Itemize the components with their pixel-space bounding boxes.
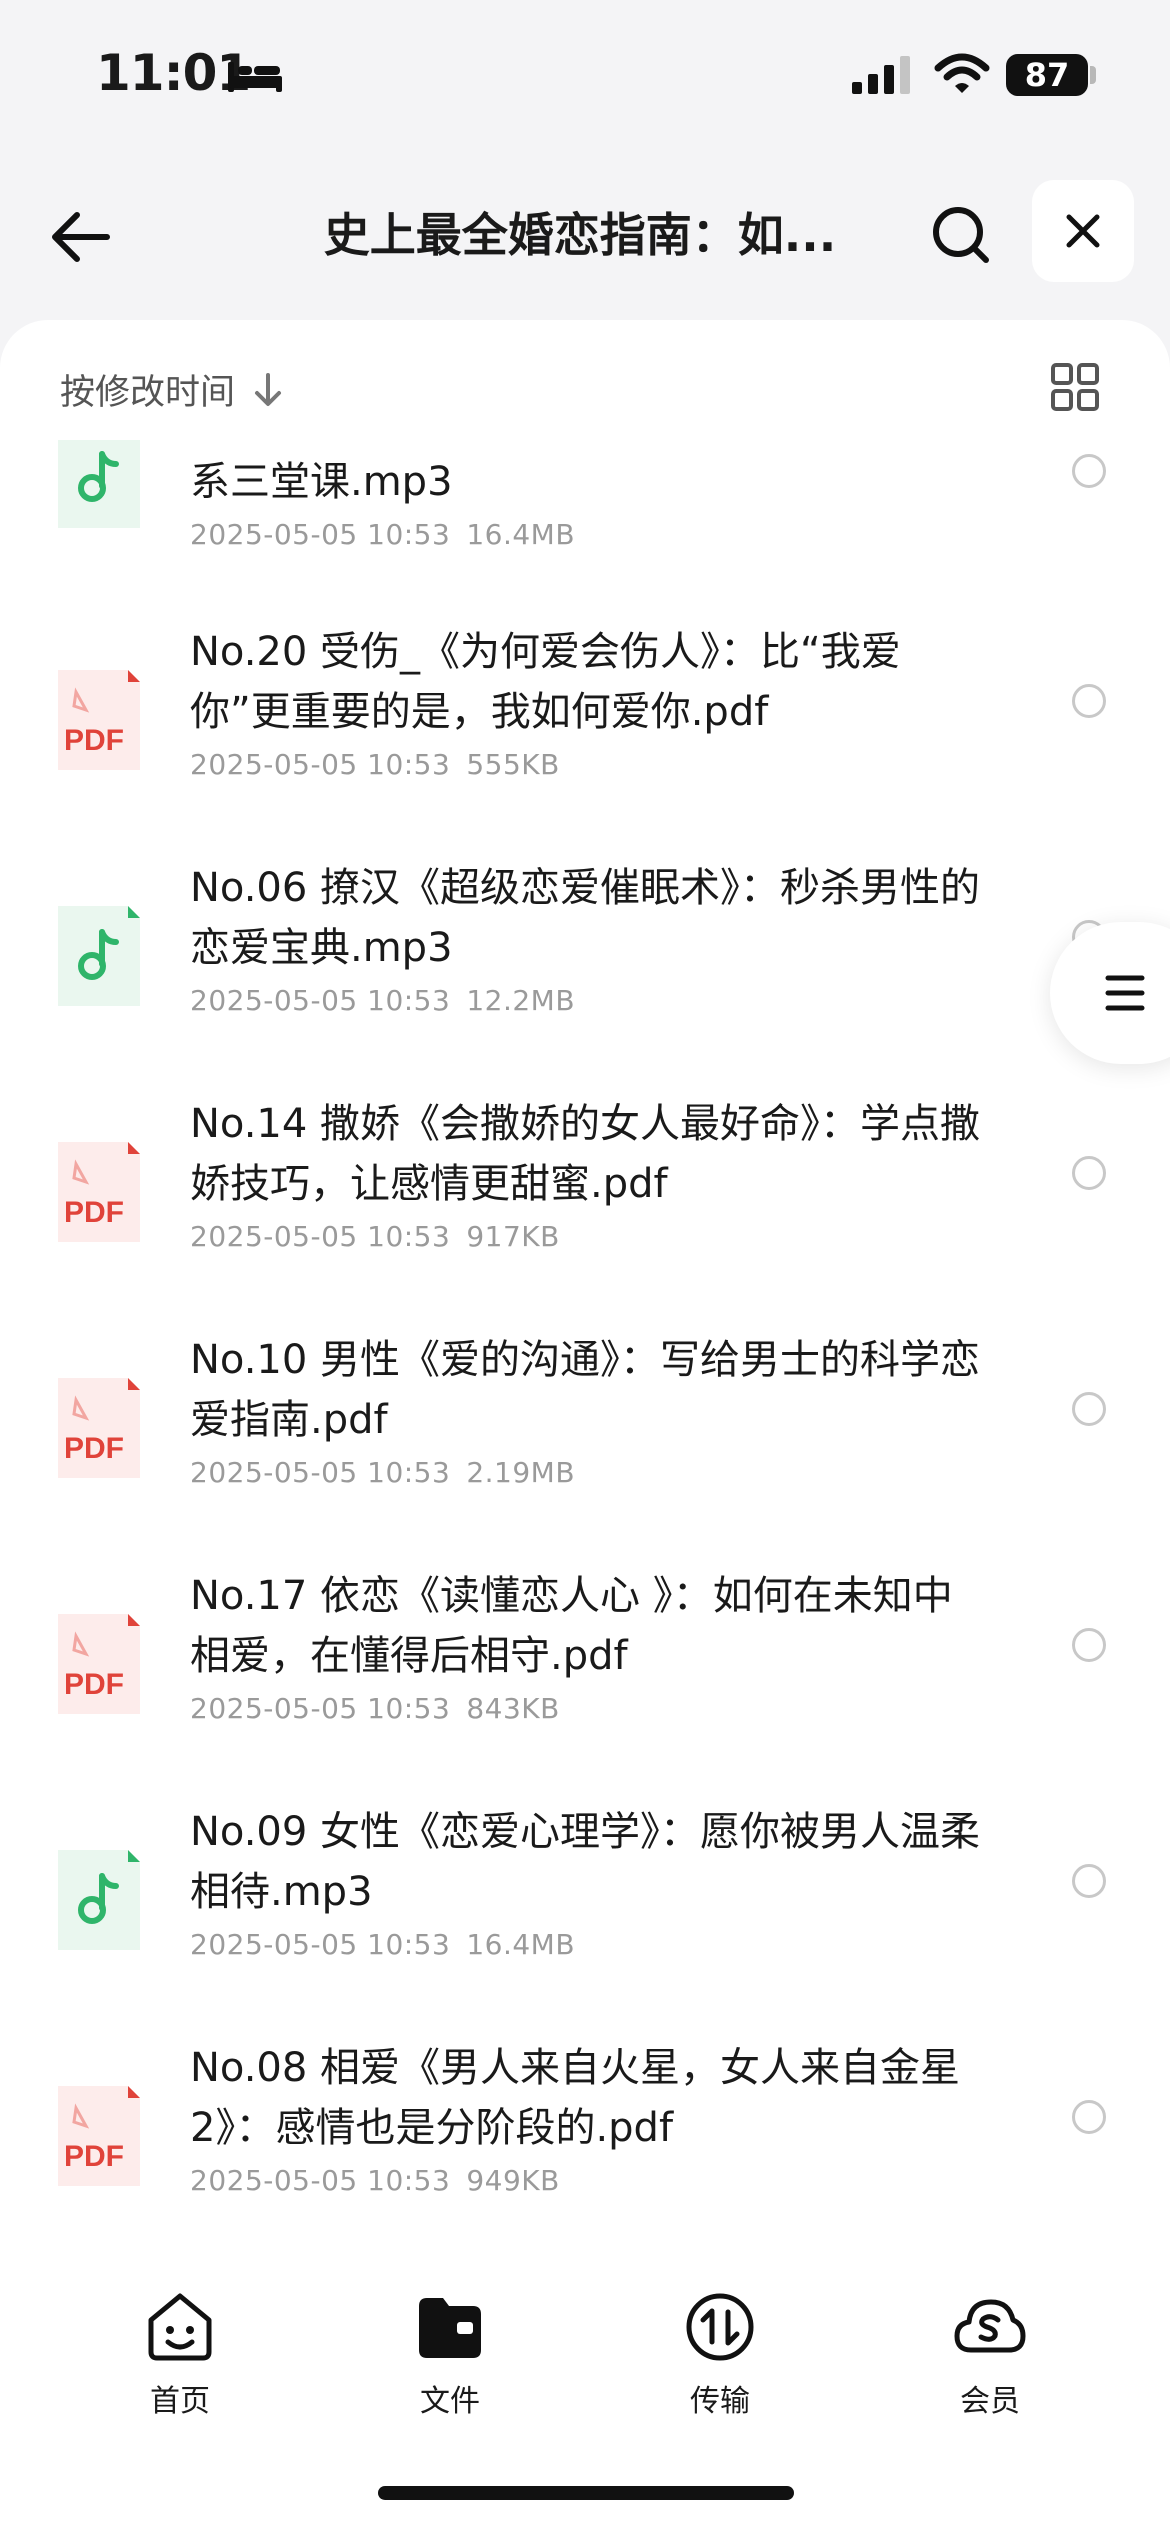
pdf-badge-text: PDF	[64, 1668, 124, 1701]
file-meta: 2025-05-05 10:53 949KB	[190, 2164, 560, 2197]
select-radio[interactable]	[1072, 454, 1106, 488]
file-date: 2025-05-05 10:53	[190, 748, 451, 781]
file-list-item[interactable]: PDF No.17 依恋《读懂恋人心 》：如何在未知中相爱，在懂得后相守.pdf 2…	[0, 1530, 1170, 1766]
file-list-item[interactable]: PDF No.10 男性《爱的沟通》：写给男士的科学恋爱指南.pdf 2025-05…	[0, 1294, 1170, 1530]
close-button[interactable]	[1032, 180, 1134, 282]
nav-item-home[interactable]: 首页	[90, 2290, 270, 2420]
file-meta: 2025-05-05 10:53 917KB	[190, 1220, 560, 1253]
file-name: No.10 男性《爱的沟通》：写给男士的科学恋爱指南.pdf	[190, 1337, 981, 1443]
file-date: 2025-05-05 10:53	[190, 984, 451, 1017]
file-size: 16.4MB	[466, 1928, 576, 1961]
file-list-item[interactable]: PDF No.20 受伤_《为何爱会伤人》：比“我爱你”更重要的是，我如何爱你.p…	[0, 586, 1170, 822]
battery-indicator: 87	[1006, 54, 1088, 96]
file-list-item[interactable]: PDF No.14 撒娇《会撒娇的女人最好命》：学点撒娇技巧，让感情更甜蜜.pdf…	[0, 1058, 1170, 1294]
folder-icon	[419, 2298, 481, 2358]
music-file-icon	[52, 902, 144, 1010]
list-menu-icon	[1105, 975, 1145, 1011]
file-meta: 2025-05-05 10:53 16.4MB	[190, 518, 575, 551]
file-list-item[interactable]: PDF No.08 相爱《男人来自火星，女人来自金星2》：感情也是分阶段的.pdf…	[0, 2002, 1170, 2232]
file-date: 2025-05-05 10:53	[190, 1220, 451, 1253]
smile-face-icon	[148, 2293, 212, 2361]
file-name: No.14 撒娇《会撒娇的女人最好命》：学点撒娇技巧，让感情更甜蜜.pdf	[190, 1101, 981, 1207]
close-icon	[1066, 214, 1100, 248]
file-meta: 2025-05-05 10:53 555KB	[190, 748, 560, 781]
file-name: No.20 受伤_《为何爱会伤人》：比“我爱你”更重要的是，我如何爱你.pdf	[190, 629, 901, 735]
select-radio[interactable]	[1072, 684, 1106, 718]
file-date: 2025-05-05 10:53	[190, 1456, 451, 1489]
file-size: 917KB	[466, 1220, 560, 1253]
header-bar: 史上最全婚恋指南：如...	[0, 150, 1170, 320]
file-date: 2025-05-05 10:53	[190, 1928, 451, 1961]
file-date: 2025-05-05 10:53	[190, 518, 451, 551]
file-size: 16.4MB	[466, 518, 576, 551]
pdf-file-icon: PDF	[52, 1374, 144, 1482]
back-button[interactable]	[44, 200, 118, 274]
cloud-s-icon	[954, 2299, 1026, 2353]
pdf-badge-text: PDF	[64, 2140, 124, 2173]
nav-item-vip[interactable]: 会员	[900, 2290, 1080, 2420]
nav-label-vip: 会员	[960, 2384, 1020, 2419]
back-arrow-icon	[52, 212, 110, 262]
file-panel: 按修改时间 系三堂课.mp3 2025-05-05 10:53 16.4MB PDF N…	[0, 320, 1170, 2232]
file-size: 949KB	[466, 2164, 560, 2197]
nav-label-files: 文件	[420, 2384, 480, 2419]
nav-label-home: 首页	[150, 2384, 210, 2419]
nav-item-transfer[interactable]: 传输	[630, 2290, 810, 2420]
file-meta: 2025-05-05 10:53 843KB	[190, 1692, 560, 1725]
file-name: No.17 依恋《读懂恋人心 》：如何在未知中相爱，在懂得后相守.pdf	[190, 1573, 953, 1679]
cellular-signal-icon	[852, 56, 910, 94]
nav-label-transfer: 传输	[690, 2384, 750, 2419]
pdf-file-icon: PDF	[52, 666, 144, 774]
file-name: 系三堂课.mp3	[190, 459, 453, 505]
file-name: No.06 撩汉《超级恋爱催眠术》：秒杀男性的恋爱宝典.mp3	[190, 865, 981, 971]
select-radio[interactable]	[1072, 1392, 1106, 1426]
pdf-badge-text: PDF	[64, 724, 124, 757]
pdf-badge-text: PDF	[64, 1432, 124, 1465]
file-list-item[interactable]: No.09 女性《恋爱心理学》：愿你被男人温柔相待.mp3 2025-05-05 …	[0, 1766, 1170, 2002]
sleep-mode-icon	[228, 62, 282, 92]
music-file-icon	[52, 440, 144, 532]
file-meta: 2025-05-05 10:53 12.2MB	[190, 984, 575, 1017]
pdf-file-icon: PDF	[52, 1610, 144, 1718]
file-meta: 2025-05-05 10:53 16.4MB	[190, 1928, 575, 1961]
status-bar: 11:01 87	[0, 0, 1170, 150]
select-radio[interactable]	[1072, 1864, 1106, 1898]
file-size: 843KB	[466, 1692, 560, 1725]
file-date: 2025-05-05 10:53	[190, 2164, 451, 2197]
wifi-icon	[934, 53, 990, 93]
search-icon	[933, 207, 989, 263]
music-file-icon	[52, 1846, 144, 1954]
pdf-file-icon: PDF	[52, 2082, 144, 2190]
home-indicator	[378, 2486, 794, 2500]
select-radio[interactable]	[1072, 1156, 1106, 1190]
pdf-file-icon: PDF	[52, 1138, 144, 1246]
pdf-badge-text: PDF	[64, 1196, 124, 1229]
file-size: 555KB	[466, 748, 560, 781]
file-list-item[interactable]: No.06 撩汉《超级恋爱催眠术》：秒杀男性的恋爱宝典.mp3 2025-05-0…	[0, 822, 1170, 1058]
file-meta: 2025-05-05 10:53 2.19MB	[190, 1456, 575, 1489]
select-radio[interactable]	[1072, 1628, 1106, 1662]
page-title: 史上最全婚恋指南：如...	[323, 208, 837, 262]
file-list-item[interactable]: 系三堂课.mp3 2025-05-05 10:53 16.4MB	[0, 320, 1170, 580]
file-name: No.08 相爱《男人来自火星，女人来自金星2》：感情也是分阶段的.pdf	[190, 2045, 961, 2151]
file-size: 2.19MB	[466, 1456, 576, 1489]
file-size: 12.2MB	[466, 984, 576, 1017]
select-radio[interactable]	[1072, 2100, 1106, 2134]
file-date: 2025-05-05 10:53	[190, 1692, 451, 1725]
transfer-icon	[686, 2293, 754, 2361]
search-button[interactable]	[924, 198, 998, 272]
nav-item-files[interactable]: 文件	[360, 2290, 540, 2420]
battery-tip	[1090, 66, 1096, 84]
file-name: No.09 女性《恋爱心理学》：愿你被男人温柔相待.mp3	[190, 1809, 981, 1915]
